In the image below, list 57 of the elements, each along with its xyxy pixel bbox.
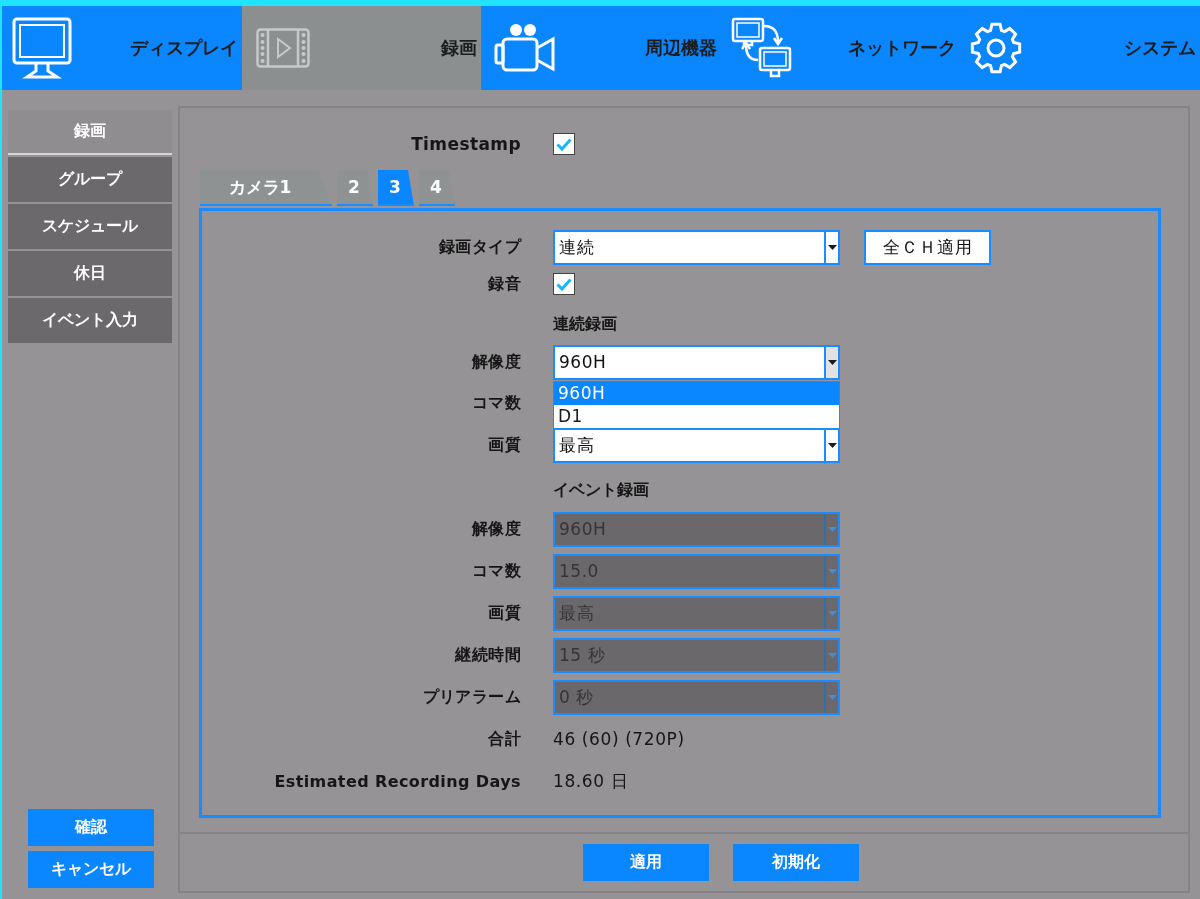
nav-tab[interactable]: システム (960, 6, 1200, 90)
checkmark-icon (556, 137, 572, 151)
field-label: Timestamp (410, 134, 521, 154)
checkmark-icon (556, 277, 572, 291)
field-label: 録画タイプ (438, 236, 521, 258)
nav-tab[interactable]: ディスプレイ (2, 6, 242, 90)
confirm-button[interactable]: 確認 (28, 809, 154, 846)
field-label: Estimated Recording Days (273, 771, 521, 791)
section-heading: イベント録画 (553, 480, 649, 501)
nav-tab[interactable]: 録画 (241, 6, 482, 90)
camera-tab[interactable]: 4 (419, 170, 455, 206)
caret-icon (827, 694, 837, 700)
caret-icon (827, 568, 837, 574)
caret-icon (827, 526, 837, 532)
caret-icon (827, 442, 837, 448)
caret-icon (827, 359, 837, 365)
dropdown-field[interactable]: 最高 (553, 427, 840, 463)
caret-icon (827, 244, 837, 250)
cancel-button[interactable]: キャンセル (28, 851, 154, 888)
apply-all-button[interactable]: 全ＣＨ適用 (864, 229, 991, 265)
camera-tab[interactable]: 2 (337, 170, 373, 206)
field-value: 46 (60) (720P) (553, 729, 685, 749)
caret-icon (827, 652, 837, 658)
field-label: 解像度 (470, 518, 521, 540)
settings-icon (970, 22, 1023, 74)
two-monitors-icon (730, 17, 793, 79)
field-label: 画質 (487, 602, 521, 624)
caret-icon (827, 610, 837, 616)
camera-tab[interactable]: 3 (378, 170, 414, 206)
field-label: コマ数 (470, 392, 521, 414)
film-play-icon (255, 28, 310, 68)
nav-tab[interactable]: ネットワーク (720, 6, 961, 90)
field-value: 18.60 日 (553, 769, 629, 793)
checkbox[interactable] (553, 133, 575, 155)
field-label: 解像度 (470, 351, 521, 373)
sidebar-item[interactable]: グループ (8, 157, 172, 202)
reset-button[interactable]: 初期化 (733, 844, 859, 881)
checkbox[interactable] (553, 273, 575, 295)
dropdown-field[interactable]: 連続 (553, 229, 840, 265)
sidebar-item[interactable]: 休日 (8, 251, 172, 296)
monitor-icon (12, 17, 72, 79)
sidebar-item[interactable]: 録画 (8, 110, 172, 155)
field-label: 画質 (487, 434, 521, 456)
sidebar-item[interactable]: スケジュール (8, 204, 172, 249)
dropdown-option[interactable]: 960H (554, 381, 839, 405)
camera-tab[interactable]: カメラ1 (200, 170, 332, 206)
field-label: コマ数 (470, 560, 521, 582)
field-label: 録音 (487, 273, 521, 295)
dropdown-field[interactable]: 960H (553, 344, 840, 380)
sidebar-item[interactable]: イベント入力 (8, 298, 172, 343)
video-camera-icon (494, 23, 557, 73)
field-label: 継続時間 (453, 644, 521, 666)
nav-tab[interactable]: 周辺機器 (481, 6, 721, 90)
field-label: 合計 (487, 728, 521, 750)
apply-button[interactable]: 適用 (583, 844, 709, 881)
field-label: プリアラーム (421, 686, 521, 708)
section-heading: 連続録画 (553, 314, 617, 335)
